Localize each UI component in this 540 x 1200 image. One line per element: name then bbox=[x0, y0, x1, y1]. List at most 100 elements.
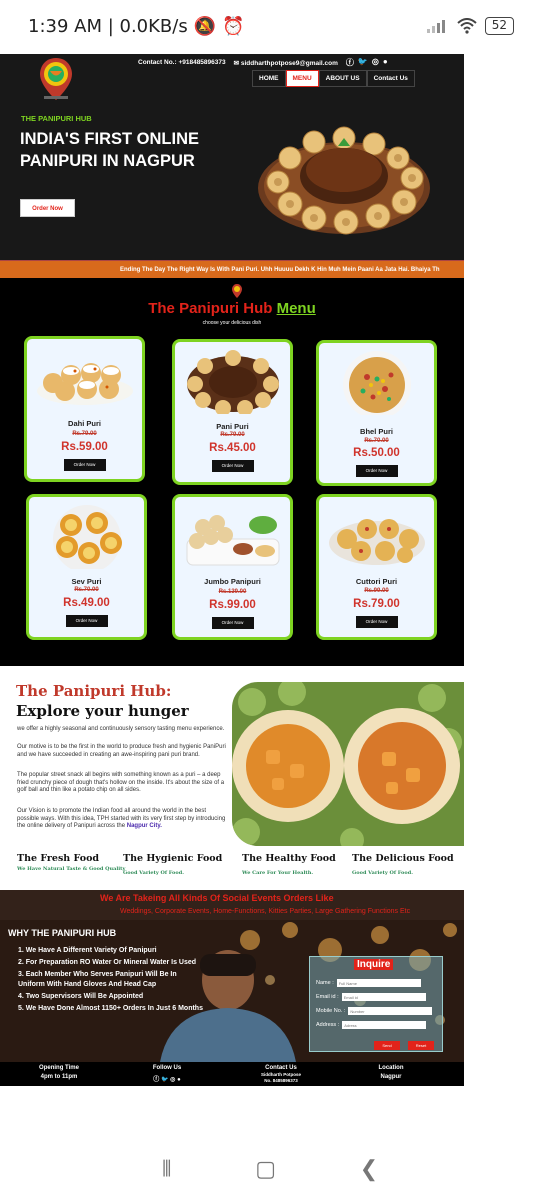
feature-fresh-food: The Fresh Food We Have Natural Taste & G… bbox=[17, 853, 127, 872]
instagram-icon[interactable]: ◎ bbox=[170, 1077, 175, 1083]
events-list: Weddings, Corporate Events, Home-Functio… bbox=[120, 908, 411, 915]
order-now-button[interactable]: Order Now bbox=[355, 616, 398, 628]
menu-card-jumbo-panipuri[interactable]: Jumbo Panipuri Rs.139.00 Rs.99.00 Order … bbox=[172, 494, 293, 640]
home-icon[interactable]: ▢ bbox=[255, 1156, 276, 1182]
menu-card-bhel-puri[interactable]: Bhel Puri Rs.70.00 Rs.50.00 Order Now bbox=[316, 340, 437, 486]
about-section: The Panipuri Hub: Explore your hunger we… bbox=[0, 666, 464, 890]
item-price: Rs.50.00 bbox=[353, 447, 400, 459]
footer-heading: Opening Time bbox=[39, 1065, 79, 1071]
alarm-icon: ⏰ bbox=[222, 15, 245, 37]
github-icon[interactable]: ● bbox=[177, 1077, 181, 1083]
why-title: WHY THE PANIPURI HUB bbox=[8, 928, 117, 938]
bhel-puri-image bbox=[343, 351, 411, 415]
menu-subtitle: choose your delicious dish bbox=[202, 320, 262, 326]
mobile-input[interactable] bbox=[348, 1007, 433, 1015]
footer-follow-us: Follow Us ⓕ 🐦 ◎ ● bbox=[122, 1065, 212, 1083]
mail-icon: ✉ bbox=[233, 59, 240, 67]
footer-contact-name: Siddharth Potpose bbox=[260, 1072, 301, 1077]
menu-logo-icon bbox=[232, 284, 242, 298]
nav-home[interactable]: HOME bbox=[252, 70, 286, 87]
item-old-price: Rs.79.00 bbox=[72, 431, 97, 437]
cuttori-puri-image bbox=[329, 519, 425, 565]
item-name: Jumbo Panipuri bbox=[204, 577, 261, 586]
facebook-icon[interactable]: ⓕ bbox=[346, 57, 354, 68]
why-points: 1. We Have A Different Variety Of Panipu… bbox=[18, 946, 204, 1016]
feature-subtitle: We Care For Your Health. bbox=[242, 870, 314, 876]
twitter-icon[interactable]: 🐦 bbox=[161, 1077, 168, 1083]
menu-card-dahi-puri[interactable]: Dahi Puri Rs.79.00 Rs.59.00 Order Now bbox=[24, 336, 145, 482]
order-now-button[interactable]: Order Now bbox=[211, 460, 254, 472]
footer-value: Nagpur bbox=[380, 1074, 402, 1080]
feature-delicious-food: The Delicious Food Good Variety Of Food. bbox=[352, 853, 462, 876]
name-input[interactable] bbox=[336, 979, 421, 987]
about-heading: The Panipuri Hub: bbox=[16, 682, 172, 700]
footer-heading: Follow Us bbox=[152, 1065, 182, 1071]
recent-apps-icon[interactable]: ⦀ bbox=[162, 1156, 172, 1182]
pani-puri-image bbox=[187, 350, 279, 414]
system-navigation-bar: ⦀ ▢ ❮ bbox=[0, 1138, 540, 1200]
about-paragraph: we offer a highly seasonal and continuou… bbox=[17, 726, 225, 732]
order-now-button[interactable]: Order Now bbox=[211, 617, 254, 629]
contact-email[interactable]: siddharthpotpose9@gmail.com bbox=[241, 60, 338, 67]
item-old-price: Rs.70.00 bbox=[74, 587, 99, 593]
nav-contact-us[interactable]: Contact Us bbox=[366, 70, 415, 87]
github-icon[interactable]: ● bbox=[383, 57, 388, 68]
why-section: We Are Takeing All Kinds Of Social Event… bbox=[0, 890, 464, 1062]
order-now-button[interactable]: Order Now bbox=[63, 459, 106, 471]
back-icon[interactable]: ❮ bbox=[360, 1156, 378, 1182]
item-name: Dahi Puri bbox=[68, 419, 101, 428]
footer-contact-us: Contact Us Siddharth Potpose No. 8485896… bbox=[236, 1065, 326, 1083]
panipuri-logo-icon[interactable] bbox=[38, 56, 74, 102]
web-page[interactable]: Contact No.: +918485896373 ✉ siddharthpo… bbox=[0, 54, 464, 1086]
footer-heading: Contact Us bbox=[265, 1065, 297, 1071]
address-label: Address : bbox=[316, 1022, 340, 1028]
menu-card-cuttori-puri[interactable]: Cuttori Puri Rs.99.00 Rs.79.00 Order Now bbox=[316, 494, 437, 640]
nav-about-us[interactable]: ABOUT US bbox=[318, 70, 367, 87]
inquiry-form: Inquire Name : Email id : Mobile No. : A… bbox=[309, 956, 443, 1052]
send-button[interactable]: Send bbox=[374, 1041, 400, 1050]
feature-healthy-food: The Healthy Food We Care For Your Health… bbox=[242, 853, 352, 876]
menu-card-pani-puri[interactable]: Pani Puri Rs.79.00 Rs.45.00 Order Now bbox=[172, 339, 293, 485]
reset-button[interactable]: Reset bbox=[408, 1041, 434, 1050]
signal-icon bbox=[426, 20, 445, 33]
name-label: Name : bbox=[316, 980, 334, 986]
wifi-icon bbox=[457, 18, 477, 34]
about-paragraph: Our motive is to be the first in the wor… bbox=[17, 744, 226, 758]
contact-phone[interactable]: Contact No.: +918485896373 bbox=[138, 59, 226, 66]
email-input[interactable] bbox=[341, 993, 426, 1001]
why-point: 5. We Have Done Almost 1150+ Orders In J… bbox=[18, 1005, 203, 1012]
events-heading: We Are Takeing All Kinds Of Social Event… bbox=[100, 893, 334, 903]
instagram-icon[interactable]: ◎ bbox=[372, 57, 379, 68]
feature-subtitle: Good Variety Of Food. bbox=[123, 870, 184, 876]
about-paragraph: The popular street snack all begins with… bbox=[17, 772, 225, 793]
twitter-icon[interactable]: 🐦 bbox=[358, 57, 368, 68]
menu-title-brand: The Panipuri Hub bbox=[148, 300, 273, 317]
hero-section: Contact No.: +918485896373 ✉ siddharthpo… bbox=[0, 54, 464, 260]
battery-indicator: 52 bbox=[484, 17, 514, 35]
menu-title-word: Menu bbox=[276, 300, 316, 317]
about-city: Nagpur City. bbox=[126, 823, 162, 829]
order-now-button[interactable]: Order Now bbox=[65, 615, 108, 627]
footer-contact-phone[interactable]: No. 8485896373 bbox=[236, 1078, 326, 1083]
form-row-name: Name : bbox=[316, 979, 421, 987]
menu-section: The Panipuri Hub Menu choose your delici… bbox=[0, 278, 464, 666]
panipuri-closeup-image bbox=[232, 682, 464, 846]
feature-subtitle: We Have Natural Taste & Good Quality bbox=[17, 866, 126, 872]
item-price: Rs.79.00 bbox=[353, 598, 400, 610]
hero-panipuri-image bbox=[258, 126, 430, 235]
hero-order-button[interactable]: Order Now bbox=[20, 199, 75, 217]
order-now-button[interactable]: Order Now bbox=[355, 465, 398, 477]
hero-title: INDIA'S FIRST ONLINE PANIPURI IN NAGPUR bbox=[20, 130, 200, 170]
jumbo-panipuri-image bbox=[186, 515, 280, 566]
address-input[interactable] bbox=[342, 1021, 427, 1029]
why-point: 2. For Preparation RO Water Or Mineral W… bbox=[18, 959, 197, 966]
item-old-price: Rs.70.00 bbox=[364, 438, 389, 444]
facebook-icon[interactable]: ⓕ bbox=[153, 1077, 159, 1083]
footer-opening-time: Opening Time 4pm to 11pm bbox=[14, 1065, 104, 1080]
item-name: Pani Puri bbox=[216, 422, 249, 431]
nav-menu[interactable]: MENU bbox=[285, 70, 319, 87]
menu-card-sev-puri[interactable]: Sev Puri Rs.70.00 Rs.49.00 Order Now bbox=[26, 494, 147, 640]
feature-title: The Fresh Food bbox=[17, 853, 100, 864]
dahi-puri-image bbox=[37, 363, 133, 405]
form-row-email: Email id : bbox=[316, 993, 426, 1001]
